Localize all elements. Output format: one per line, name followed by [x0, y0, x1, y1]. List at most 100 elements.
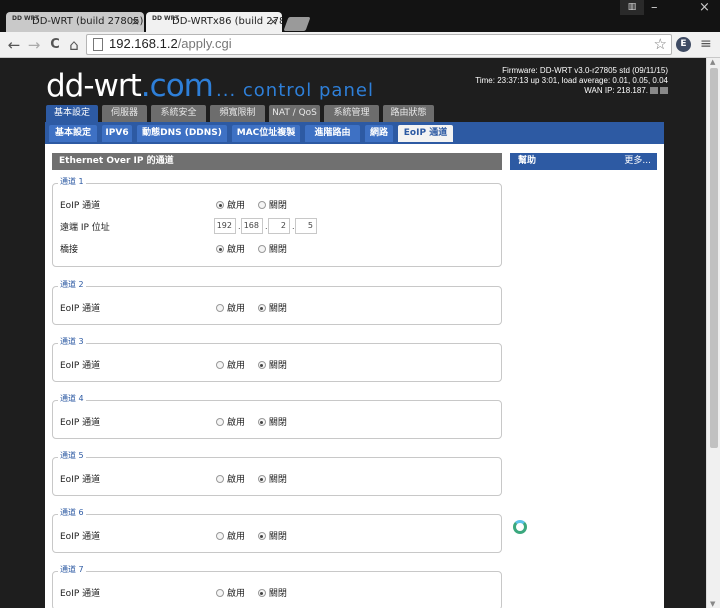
subtab-ipv6[interactable]: IPV6: [102, 125, 132, 142]
tab-services[interactable]: 伺服器: [102, 105, 147, 122]
user-icon[interactable]: ▥: [620, 0, 644, 15]
remote-ip-label: 遠端 IP 位址: [60, 223, 110, 233]
sub-tabs: 基本設定 IPV6 動態DNS (DDNS) MAC位址複製 進階路由 網路 E…: [45, 122, 664, 144]
reload-icon[interactable]: C: [45, 35, 65, 55]
bridge-enable-radio[interactable]: [216, 245, 224, 253]
tab-security[interactable]: 系統安全: [151, 105, 206, 122]
tab-bandwidth-limit[interactable]: 頻寬限制: [210, 105, 265, 122]
eoip-label: EoIP 通道: [60, 361, 101, 371]
close-window-icon[interactable]: ×: [699, 0, 710, 15]
tunnel-legend: 通道 3: [58, 336, 86, 347]
tab-administration[interactable]: 系統管理: [324, 105, 379, 122]
eoip-enable-radio[interactable]: [216, 475, 224, 483]
minimize-icon[interactable]: –: [651, 0, 658, 15]
tunnel-legend: 通道 6: [58, 507, 86, 518]
eoip-radio-group: 啟用 關閉: [216, 586, 297, 599]
eoip-enable-radio[interactable]: [216, 361, 224, 369]
browser-tab-1[interactable]: DD WRT DD-WRT (build 27805) - ×: [6, 12, 144, 32]
eoip-disable-radio[interactable]: [257, 475, 266, 483]
eoip-label: EoIP 通道: [60, 418, 101, 428]
address-bar[interactable]: 192.168.1.2/apply.cgi ☆: [86, 34, 672, 55]
browser-tabstrip: DD WRT DD-WRT (build 27805) - × DD WRT D…: [0, 0, 720, 32]
scrollbar-thumb[interactable]: [710, 68, 718, 448]
ip-octet-1[interactable]: 192: [214, 218, 236, 234]
browser-tab-2[interactable]: DD WRT DD-WRTx86 (build 2780 ×: [146, 12, 282, 32]
page-icon: [93, 38, 103, 51]
close-icon[interactable]: ×: [269, 12, 278, 32]
ddwrt-page: dd-wrt.com ... control panel Firmware: D…: [0, 58, 706, 608]
eoip-disable-radio[interactable]: [257, 304, 266, 312]
new-tab-button[interactable]: [283, 17, 311, 31]
eoip-label: EoIP 通道: [60, 475, 101, 485]
tunnel-legend: 通道 7: [58, 564, 86, 575]
tab-basic-setup[interactable]: 基本設定: [46, 105, 98, 122]
eoip-radio-group: 啟用 關閉: [216, 472, 297, 485]
control-panel-label: ... control panel: [216, 80, 374, 101]
tab-nat-qos[interactable]: NAT / QoS: [269, 105, 320, 122]
scroll-up-icon[interactable]: ▲: [710, 58, 715, 66]
subtab-ddns[interactable]: 動態DNS (DDNS): [137, 125, 227, 142]
firmware-version: Firmware: DD-WRT v3.0-r27805 std (09/11/…: [502, 66, 668, 75]
ddwrt-logo: dd-wrt.com: [46, 68, 214, 104]
menu-icon[interactable]: ≡: [700, 36, 712, 52]
subtab-networking[interactable]: 網路: [365, 125, 393, 142]
eoip-radio-group: 啟用 關閉: [216, 358, 297, 371]
eoip-radio-group: 啟用 關閉: [216, 198, 297, 211]
back-arrow-icon[interactable]: ←: [4, 35, 24, 55]
uptime-text: Time: 23:37:13 up 3:01, load average: 0.…: [475, 76, 668, 85]
ddwrt-favicon-icon: DD WRT: [12, 15, 40, 22]
eoip-disable-radio[interactable]: [257, 418, 266, 426]
wan-ip: WAN IP: 218.187.: [475, 86, 668, 96]
eoip-radio-group: 啟用 關閉: [216, 529, 297, 542]
bridge-disable-radio[interactable]: [257, 245, 266, 253]
close-icon[interactable]: ×: [131, 12, 140, 32]
help-panel: 幫助 更多...: [510, 153, 657, 170]
tunnel-legend: 通道 1: [58, 176, 86, 187]
wan-icon: [660, 87, 668, 95]
help-more-link[interactable]: 更多...: [624, 153, 651, 170]
ip-octet-3[interactable]: 2: [268, 218, 290, 234]
subtab-eoip[interactable]: EoIP 通道: [398, 125, 453, 142]
url-text: 192.168.1.2/apply.cgi: [109, 36, 232, 51]
eoip-label: EoIP 通道: [60, 532, 101, 542]
scroll-down-icon[interactable]: ▼: [710, 600, 715, 608]
subtab-mac-clone[interactable]: MAC位址複製: [232, 125, 300, 142]
eoip-label: EoIP 通道: [60, 589, 101, 599]
extension-icon[interactable]: E: [676, 37, 691, 52]
tunnel-legend: 通道 5: [58, 450, 86, 461]
tab-status[interactable]: 路由狀態: [383, 105, 434, 122]
eoip-enable-radio[interactable]: [216, 532, 224, 540]
forward-arrow-icon[interactable]: →: [24, 35, 44, 55]
eoip-disable-radio[interactable]: [257, 532, 266, 540]
eoip-disable-radio[interactable]: [257, 589, 266, 597]
bookmark-star-icon[interactable]: ☆: [654, 35, 667, 53]
page-scrollbar[interactable]: ▲ ▼: [706, 58, 720, 608]
eoip-disable-radio[interactable]: [257, 201, 266, 209]
tunnel-legend: 通道 4: [58, 393, 86, 404]
eoip-enable-radio[interactable]: [216, 589, 224, 597]
firmware-info: Firmware: DD-WRT v3.0-r27805 std (09/11/…: [475, 66, 668, 96]
eoip-disable-radio[interactable]: [257, 361, 266, 369]
home-icon[interactable]: ⌂: [64, 35, 84, 55]
eoip-label: EoIP 通道: [60, 304, 101, 314]
help-title: 幫助: [518, 156, 537, 166]
eoip-enable-radio[interactable]: [216, 201, 224, 209]
browser-toolbar: ← → C ⌂ 192.168.1.2/apply.cgi ☆: [0, 32, 720, 58]
eoip-enable-radio[interactable]: [216, 304, 224, 312]
ip-octet-2[interactable]: 168: [241, 218, 263, 234]
section-title: Ethernet Over IP 的通道: [52, 153, 502, 170]
tunnel-legend: 通道 2: [58, 279, 86, 290]
bridge-label: 橋接: [60, 245, 79, 255]
eoip-enable-radio[interactable]: [216, 418, 224, 426]
subtab-basic[interactable]: 基本設定: [49, 125, 97, 142]
eoip-radio-group: 啟用 關閉: [216, 301, 297, 314]
loading-spinner-icon: [513, 520, 527, 534]
subtab-advanced-routing[interactable]: 進階路由: [305, 125, 360, 142]
tab-title: DD-WRT (build 27805) -: [32, 16, 144, 27]
tab-title: DD-WRTx86 (build 2780: [172, 16, 282, 27]
ddwrt-favicon-icon: DD WRT: [152, 15, 180, 22]
ip-octet-4[interactable]: 5: [295, 218, 317, 234]
eoip-radio-group: 啟用 關閉: [216, 415, 297, 428]
eoip-label: EoIP 通道: [60, 201, 101, 211]
wan-icon: [650, 87, 658, 95]
